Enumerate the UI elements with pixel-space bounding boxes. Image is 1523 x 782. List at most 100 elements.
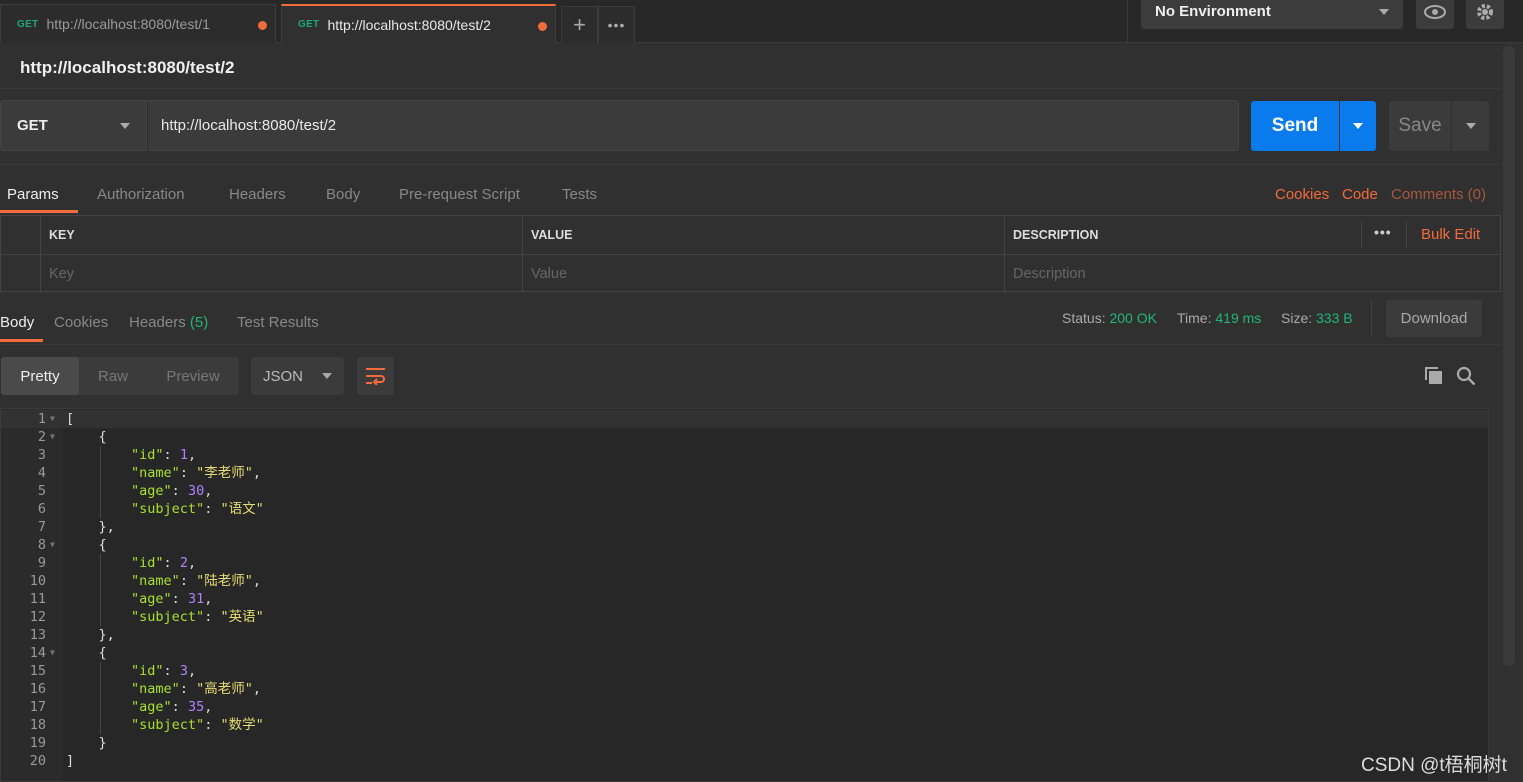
format-select[interactable]: JSON — [251, 357, 344, 395]
environment-quick-look-button[interactable] — [1416, 0, 1454, 29]
time-value: 419 ms — [1215, 310, 1262, 326]
divider — [1361, 222, 1362, 248]
tab-pre-request-script[interactable]: Pre-request Script — [399, 186, 520, 203]
tab-headers[interactable]: Headers — [229, 186, 286, 203]
request-tab-1[interactable]: GET http://localhost:8080/test/1 — [0, 4, 276, 43]
response-tab-test-results[interactable]: Test Results — [237, 314, 319, 331]
unsaved-dot-icon — [538, 22, 547, 31]
fold-toggle-icon[interactable]: ▼ — [50, 644, 55, 662]
active-tab-indicator — [0, 210, 78, 213]
cookies-link[interactable]: Cookies — [1275, 186, 1329, 203]
line-number: 20 — [29, 753, 46, 769]
code-line: 7 }, — [1, 518, 1488, 536]
code-line: 1 ▼ [ — [1, 410, 1488, 428]
line-number: 4 — [37, 465, 46, 481]
fold-toggle-icon[interactable]: ▼ — [50, 428, 55, 446]
download-button[interactable]: Download — [1386, 300, 1482, 337]
chevron-down-icon — [1465, 123, 1476, 129]
response-tab-cookies[interactable]: Cookies — [54, 314, 108, 331]
size-info: Size: 333 B — [1281, 310, 1353, 326]
url-input[interactable]: http://localhost:8080/test/2 — [147, 100, 1239, 151]
param-value-input[interactable]: Value — [523, 255, 1005, 293]
raw-button[interactable]: Raw — [80, 357, 146, 395]
code-line: 18 "subject": "数学" — [1, 716, 1488, 734]
column-header-key: KEY — [41, 216, 523, 254]
code-text: "name": "陆老师", — [131, 573, 261, 589]
param-key-input[interactable]: Key — [41, 255, 523, 293]
environment-label: No Environment — [1155, 3, 1271, 20]
tab-params[interactable]: Params — [7, 186, 59, 203]
code-line: 4 "name": "李老师", — [1, 464, 1488, 482]
format-label: JSON — [263, 367, 304, 385]
wrap-icon — [365, 368, 385, 385]
chevron-down-icon — [322, 373, 332, 379]
fold-toggle-icon[interactable]: ▼ — [50, 410, 55, 428]
copy-icon — [1425, 367, 1442, 384]
column-header-description: DESCRIPTION — [1013, 228, 1099, 242]
comments-link[interactable]: Comments (0) — [1391, 186, 1486, 203]
line-number: 12 — [29, 609, 46, 625]
code-line: 10 "name": "陆老师", — [1, 572, 1488, 590]
indent-guide — [100, 446, 101, 518]
new-tab-button[interactable]: + — [561, 6, 598, 43]
copy-button[interactable] — [1424, 366, 1444, 391]
table-options-button[interactable]: ••• — [1374, 224, 1392, 240]
tab-method: GET — [17, 18, 39, 30]
time-info: Time: 419 ms — [1177, 310, 1261, 326]
request-tab-2[interactable]: GET http://localhost:8080/test/2 — [281, 4, 556, 43]
response-tab-body[interactable]: Body — [0, 314, 34, 331]
line-number: 6 — [37, 501, 46, 517]
line-number: 8 — [37, 537, 46, 553]
plus-icon: + — [573, 12, 586, 37]
scrollbar[interactable] — [1503, 46, 1515, 666]
send-options-button[interactable] — [1340, 101, 1376, 151]
code-line: 11 "age": 31, — [1, 590, 1488, 608]
line-number: 3 — [37, 447, 46, 463]
tab-options-button[interactable]: ••• — [598, 6, 635, 43]
search-button[interactable] — [1456, 366, 1476, 391]
tab-body[interactable]: Body — [326, 186, 360, 203]
divider — [0, 164, 1500, 165]
line-number: 18 — [29, 717, 46, 733]
method-select[interactable]: GET — [0, 100, 147, 151]
code-text: "subject": "数学" — [131, 717, 264, 733]
code-line: 8 ▼ { — [1, 536, 1488, 554]
code-text: } — [66, 735, 107, 751]
code-link[interactable]: Code — [1342, 186, 1378, 203]
line-number: 5 — [37, 483, 46, 499]
eye-icon — [1424, 4, 1446, 19]
code-text: "age": 35, — [131, 699, 213, 715]
search-icon — [1456, 366, 1476, 386]
wrap-lines-button[interactable] — [357, 357, 394, 395]
request-title[interactable]: http://localhost:8080/test/2 — [20, 58, 234, 78]
divider — [0, 344, 1500, 345]
fold-toggle-icon[interactable]: ▼ — [50, 536, 55, 554]
more-icon: ••• — [607, 17, 626, 33]
preview-button[interactable]: Preview — [150, 357, 236, 395]
tab-tests[interactable]: Tests — [562, 186, 597, 203]
params-table: KEY VALUE DESCRIPTION ••• Bulk Edit Key … — [0, 215, 1501, 293]
code-text: "id": 2, — [131, 555, 197, 571]
save-options-button[interactable] — [1452, 101, 1489, 151]
response-tab-headers[interactable]: Headers (5) — [129, 314, 208, 331]
pretty-button[interactable]: Pretty — [1, 357, 79, 395]
indent-guide — [100, 554, 101, 626]
line-number: 17 — [29, 699, 46, 715]
manage-environments-button[interactable] — [1466, 0, 1504, 29]
code-text: { — [66, 429, 107, 445]
tab-bar: GET http://localhost:8080/test/1 GET htt… — [0, 0, 1523, 43]
send-button[interactable]: Send — [1251, 101, 1339, 151]
line-number: 14 — [29, 645, 46, 661]
environment-select[interactable]: No Environment — [1141, 0, 1403, 29]
row-handle — [1, 255, 41, 293]
param-description-input[interactable]: Description — [1005, 255, 1500, 293]
watermark: CSDN @t梧桐树t — [1361, 755, 1507, 776]
code-line: 12 "subject": "英语" — [1, 608, 1488, 626]
bulk-edit-link[interactable]: Bulk Edit — [1421, 226, 1480, 243]
save-button[interactable]: Save — [1389, 101, 1451, 151]
response-body-editor[interactable]: 1 ▼[2 ▼ {3 "id": 1, 4 "name": "李老师", 5 "age"… — [0, 408, 1489, 782]
divider — [1371, 300, 1372, 336]
code-text: "name": "李老师", — [131, 465, 261, 481]
tab-authorization[interactable]: Authorization — [97, 186, 185, 203]
tab-label: http://localhost:8080/test/2 — [327, 16, 491, 33]
